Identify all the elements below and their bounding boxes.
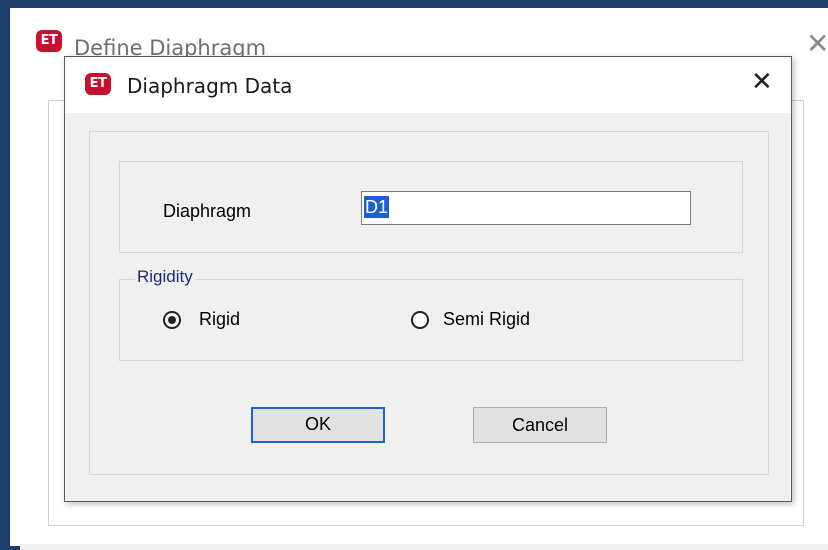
cancel-button[interactable]: Cancel bbox=[473, 407, 607, 443]
semi-rigid-radio[interactable] bbox=[411, 311, 429, 329]
ok-button[interactable]: OK bbox=[251, 407, 385, 443]
outer-close-icon[interactable]: ✕ bbox=[806, 30, 828, 58]
rigid-radio-label[interactable]: Rigid bbox=[199, 309, 240, 330]
rigid-radio[interactable] bbox=[163, 311, 181, 329]
semi-rigid-radio-label[interactable]: Semi Rigid bbox=[443, 309, 530, 330]
diaphragm-label: Diaphragm bbox=[163, 201, 252, 221]
dialog-close-icon[interactable]: ✕ bbox=[751, 69, 773, 95]
dialog-title: Diaphragm Data bbox=[127, 74, 293, 98]
diaphragm-data-dialog: ET Diaphragm Data ✕ Diaphragm D1 Rigidit… bbox=[64, 56, 792, 502]
diaphragm-name-value: D1 bbox=[364, 196, 390, 218]
etabs-logo-icon: ET bbox=[85, 73, 111, 95]
rigidity-legend: Rigidity bbox=[135, 267, 195, 287]
etabs-logo-icon: ET bbox=[36, 30, 62, 52]
diaphragm-name-input[interactable]: D1 bbox=[361, 191, 691, 225]
outer-footer bbox=[20, 544, 828, 550]
